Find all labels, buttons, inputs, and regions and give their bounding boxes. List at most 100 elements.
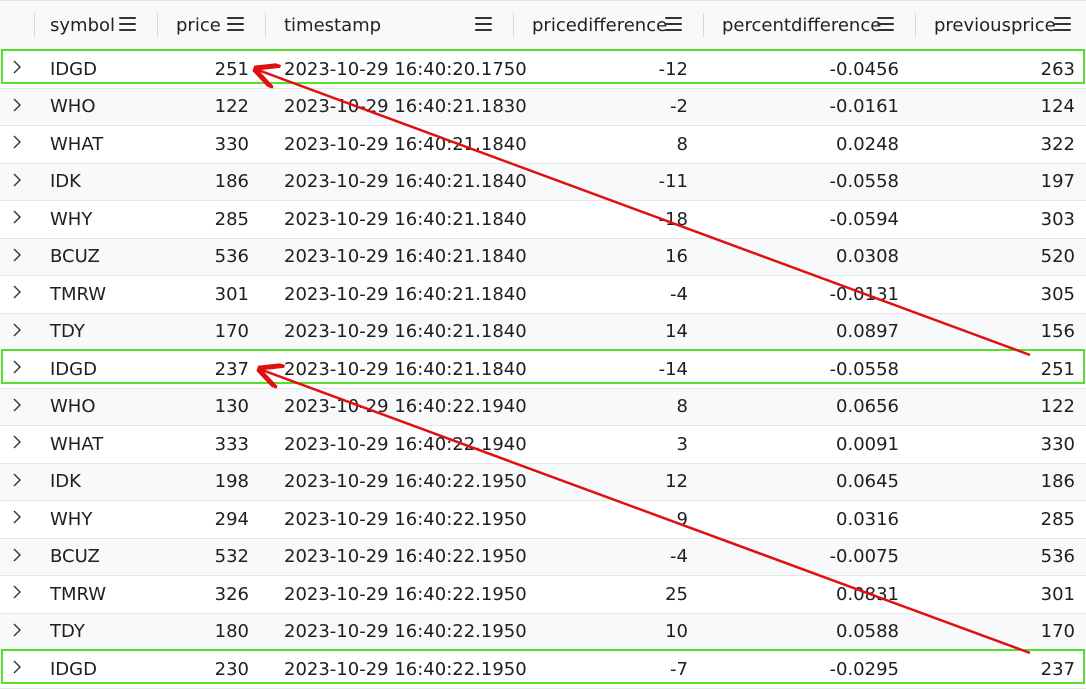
chevron-right-icon[interactable]: [10, 246, 24, 264]
column-separator[interactable]: [703, 13, 704, 37]
cell-percentdifference: 0.0588: [836, 621, 899, 643]
cell-symbol: TDY: [50, 321, 85, 343]
chevron-right-icon[interactable]: [10, 471, 24, 489]
chevron-right-icon[interactable]: [10, 283, 24, 301]
cell-price: 326: [214, 583, 249, 605]
cell-previousprice: 251: [1040, 358, 1075, 380]
table-row[interactable]: BCUZ 536 2023-10-29 16:40:21.1840 16 0.0308 5…: [0, 238, 1086, 276]
cell-previousprice: 301: [1040, 583, 1075, 605]
cell-previousprice: 303: [1040, 208, 1075, 230]
hamburger-menu-icon[interactable]: [877, 17, 894, 32]
cell-symbol: IDGD: [50, 58, 97, 80]
cell-price: 251: [214, 58, 249, 80]
cell-price: 285: [214, 208, 249, 230]
table-row[interactable]: WHO 122 2023-10-29 16:40:21.1830 -2 -0.0161 1…: [0, 88, 1086, 126]
table-row[interactable]: TDY 180 2023-10-29 16:40:22.1950 10 0.0588 17…: [0, 613, 1086, 651]
chevron-right-icon[interactable]: [10, 321, 24, 339]
cell-price: 237: [214, 358, 249, 380]
cell-previousprice: 237: [1040, 658, 1075, 680]
column-header-percentdifference[interactable]: percentdifference: [722, 1, 881, 50]
table-row[interactable]: IDGD 251 2023-10-29 16:40:20.1750 -12 -0.045…: [0, 51, 1086, 89]
column-separator[interactable]: [157, 13, 158, 37]
cell-previousprice: 330: [1040, 433, 1075, 455]
cell-symbol: IDK: [50, 171, 81, 193]
cell-timestamp: 2023-10-29 16:40:22.1940: [284, 433, 527, 455]
hamburger-menu-icon[interactable]: [1054, 17, 1071, 32]
chevron-right-icon[interactable]: [10, 583, 24, 601]
chevron-right-icon[interactable]: [10, 133, 24, 151]
table-row[interactable]: BCUZ 532 2023-10-29 16:40:22.1950 -4 -0.0075…: [0, 538, 1086, 576]
chevron-right-icon[interactable]: [10, 208, 24, 226]
cell-previousprice: 520: [1040, 246, 1075, 268]
hamburger-menu-icon[interactable]: [475, 17, 492, 32]
cell-previousprice: 186: [1040, 471, 1075, 493]
table-row[interactable]: TMRW 326 2023-10-29 16:40:22.1950 25 0.0831 3…: [0, 576, 1086, 614]
table-row[interactable]: WHAT 330 2023-10-29 16:40:21.1840 8 0.0248 32…: [0, 126, 1086, 164]
cell-price: 230: [214, 658, 249, 680]
column-separator[interactable]: [34, 13, 35, 37]
cell-price: 536: [214, 246, 249, 268]
cell-previousprice: 124: [1040, 96, 1075, 118]
chevron-right-icon[interactable]: [10, 621, 24, 639]
chevron-right-icon[interactable]: [10, 96, 24, 114]
table-row[interactable]: TMRW 301 2023-10-29 16:40:21.1840 -4 -0.0131…: [0, 276, 1086, 314]
cell-percentdifference: 0.0308: [836, 246, 899, 268]
cell-symbol: WHO: [50, 396, 96, 418]
cell-pricedifference: -14: [658, 358, 688, 380]
hamburger-menu-icon[interactable]: [665, 17, 682, 32]
chevron-right-icon[interactable]: [10, 658, 24, 676]
hamburger-menu-icon[interactable]: [227, 17, 244, 32]
table-row[interactable]: WHO 130 2023-10-29 16:40:22.1940 8 0.0656 122: [0, 388, 1086, 426]
table-row[interactable]: WHY 285 2023-10-29 16:40:21.1840 -18 -0.0594…: [0, 201, 1086, 239]
table-row[interactable]: WHAT 333 2023-10-29 16:40:22.1940 3 0.0091 33…: [0, 426, 1086, 464]
column-separator[interactable]: [915, 13, 916, 37]
cell-pricedifference: 8: [676, 396, 688, 418]
chevron-right-icon[interactable]: [10, 358, 24, 376]
cell-timestamp: 2023-10-29 16:40:22.1950: [284, 583, 527, 605]
cell-pricedifference: -7: [670, 658, 688, 680]
cell-pricedifference: -2: [670, 96, 688, 118]
hamburger-menu-icon[interactable]: [119, 17, 136, 32]
cell-percentdifference: 0.0091: [836, 433, 899, 455]
chevron-right-icon[interactable]: [10, 171, 24, 189]
column-header-symbol[interactable]: symbol: [50, 1, 115, 50]
cell-price: 532: [214, 546, 249, 568]
chevron-right-icon[interactable]: [10, 546, 24, 564]
cell-symbol: WHY: [50, 208, 93, 230]
cell-pricedifference: -18: [658, 208, 688, 230]
table-row[interactable]: IDK 198 2023-10-29 16:40:22.1950 12 0.0645 18…: [0, 463, 1086, 501]
column-separator[interactable]: [513, 13, 514, 37]
column-header-price[interactable]: price: [176, 1, 221, 50]
cell-symbol: IDGD: [50, 658, 97, 680]
chevron-right-icon[interactable]: [10, 58, 24, 76]
cell-timestamp: 2023-10-29 16:40:22.1950: [284, 658, 527, 680]
cell-pricedifference: 8: [676, 133, 688, 155]
cell-timestamp: 2023-10-29 16:40:21.1840: [284, 208, 527, 230]
chevron-right-icon[interactable]: [10, 433, 24, 451]
column-header-timestamp[interactable]: timestamp: [284, 1, 381, 50]
table-row[interactable]: TDY 170 2023-10-29 16:40:21.1840 14 0.0897 15…: [0, 313, 1086, 351]
cell-timestamp: 2023-10-29 16:40:21.1840: [284, 133, 527, 155]
column-header-pricedifference[interactable]: pricedifference: [532, 1, 667, 50]
cell-pricedifference: 12: [665, 471, 688, 493]
cell-previousprice: 285: [1040, 508, 1075, 530]
chevron-right-icon[interactable]: [10, 396, 24, 414]
cell-previousprice: 122: [1040, 396, 1075, 418]
column-header-previousprice[interactable]: previousprice: [934, 1, 1056, 50]
table-row[interactable]: WHY 294 2023-10-29 16:40:22.1950 9 0.0316 285: [0, 501, 1086, 539]
table-row[interactable]: IDGD 237 2023-10-29 16:40:21.1840 -14 -0.055…: [0, 351, 1086, 389]
table-row[interactable]: IDGD 230 2023-10-29 16:40:22.1950 -7 -0.0295…: [0, 651, 1086, 689]
table-row[interactable]: IDK 186 2023-10-29 16:40:21.1840 -11 -0.0558…: [0, 163, 1086, 201]
cell-pricedifference: 16: [665, 246, 688, 268]
cell-percentdifference: -0.0161: [829, 96, 899, 118]
cell-price: 170: [214, 321, 249, 343]
chevron-right-icon[interactable]: [10, 508, 24, 526]
cell-timestamp: 2023-10-29 16:40:22.1950: [284, 508, 527, 530]
cell-timestamp: 2023-10-29 16:40:22.1950: [284, 546, 527, 568]
cell-percentdifference: 0.0248: [836, 133, 899, 155]
column-header-label: previousprice: [934, 15, 1056, 36]
cell-price: 330: [214, 133, 249, 155]
column-separator[interactable]: [265, 13, 266, 37]
cell-previousprice: 322: [1040, 133, 1075, 155]
cell-symbol: TMRW: [50, 583, 107, 605]
